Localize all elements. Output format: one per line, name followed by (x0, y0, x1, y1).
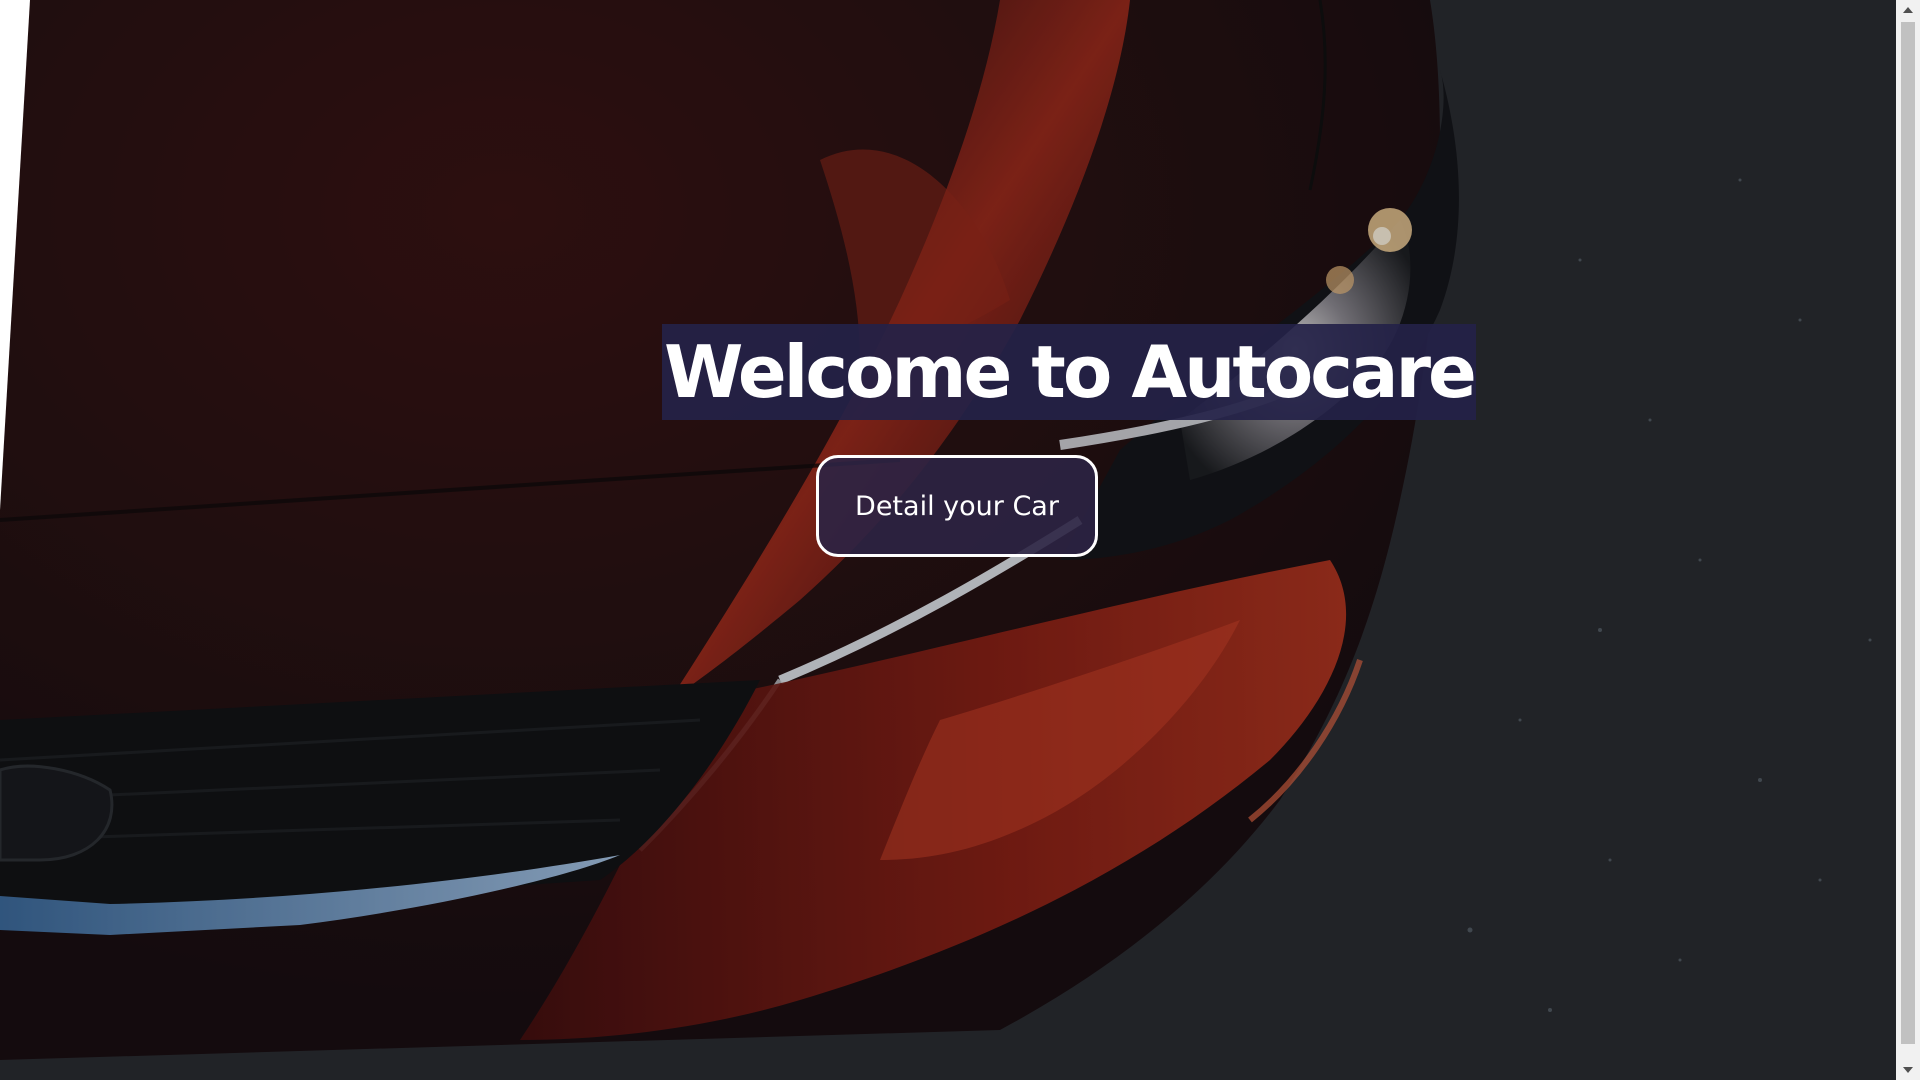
left-white-edge (0, 0, 30, 510)
triangle-down-icon[interactable] (1896, 1060, 1920, 1080)
hero-section: Welcome to Autocare Detail your Car (0, 0, 1896, 1080)
page: Welcome to Autocare Detail your Car (0, 0, 1920, 1080)
scrollbar-thumb[interactable] (1901, 22, 1915, 1044)
detail-your-car-button[interactable]: Detail your Car (816, 455, 1098, 557)
vertical-scrollbar[interactable] (1896, 0, 1920, 1080)
triangle-up-icon[interactable] (1896, 0, 1920, 20)
hero-headline: Welcome to Autocare (662, 324, 1477, 420)
